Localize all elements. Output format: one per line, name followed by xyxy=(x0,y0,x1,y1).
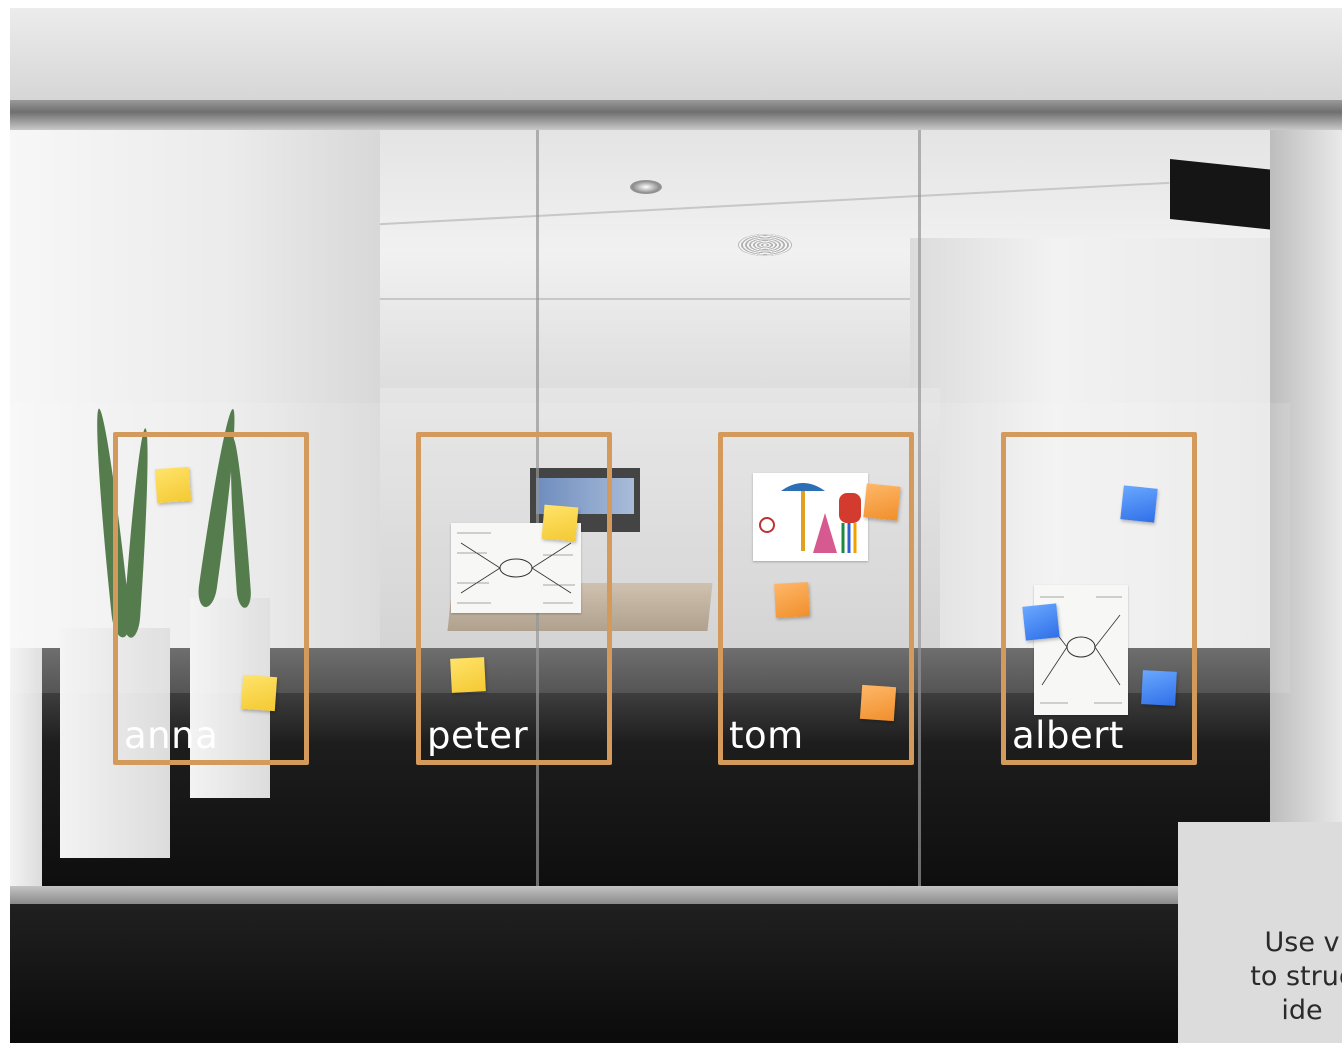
sticky-note xyxy=(450,657,486,693)
panel-anna: anna xyxy=(113,432,309,765)
panel-albert: albert xyxy=(1001,432,1197,765)
sticky-note xyxy=(541,504,579,542)
ceiling-tile-line xyxy=(310,298,1010,300)
caption-card: Use v to struc ide xyxy=(1178,822,1342,1043)
caption-text: Use v to struc ide xyxy=(1178,926,1342,1028)
panel-name: tom xyxy=(729,714,804,757)
caption-line-1: Use v xyxy=(1264,927,1340,958)
glass-joint xyxy=(918,130,921,890)
sticky-note xyxy=(863,483,901,521)
caption-clip: Use v to struc ide xyxy=(1178,822,1342,1043)
panel-name: anna xyxy=(124,714,219,757)
panel-name: peter xyxy=(427,714,529,757)
sticky-note xyxy=(859,684,897,722)
sticky-note xyxy=(774,582,810,618)
bottom-rail xyxy=(10,886,1342,904)
foreground-floor xyxy=(10,904,1342,1043)
drawing-sketch xyxy=(759,483,861,553)
sticky-note xyxy=(154,466,192,504)
sticky-note xyxy=(1120,485,1158,523)
sticky-note xyxy=(1022,603,1060,641)
ceiling-light xyxy=(630,180,662,194)
panel-tom: tom xyxy=(718,432,914,765)
caption-line-2: to struc xyxy=(1250,961,1342,992)
panel-name: albert xyxy=(1012,714,1124,757)
sticky-note xyxy=(1141,670,1177,706)
ceiling-vent xyxy=(738,234,792,256)
panel-peter: peter xyxy=(416,432,612,765)
ceiling-beam xyxy=(10,8,1342,100)
caption-line-3: ide xyxy=(1281,995,1323,1026)
top-rail xyxy=(10,100,1342,130)
sticky-note xyxy=(240,674,278,712)
child-drawing xyxy=(753,473,868,561)
